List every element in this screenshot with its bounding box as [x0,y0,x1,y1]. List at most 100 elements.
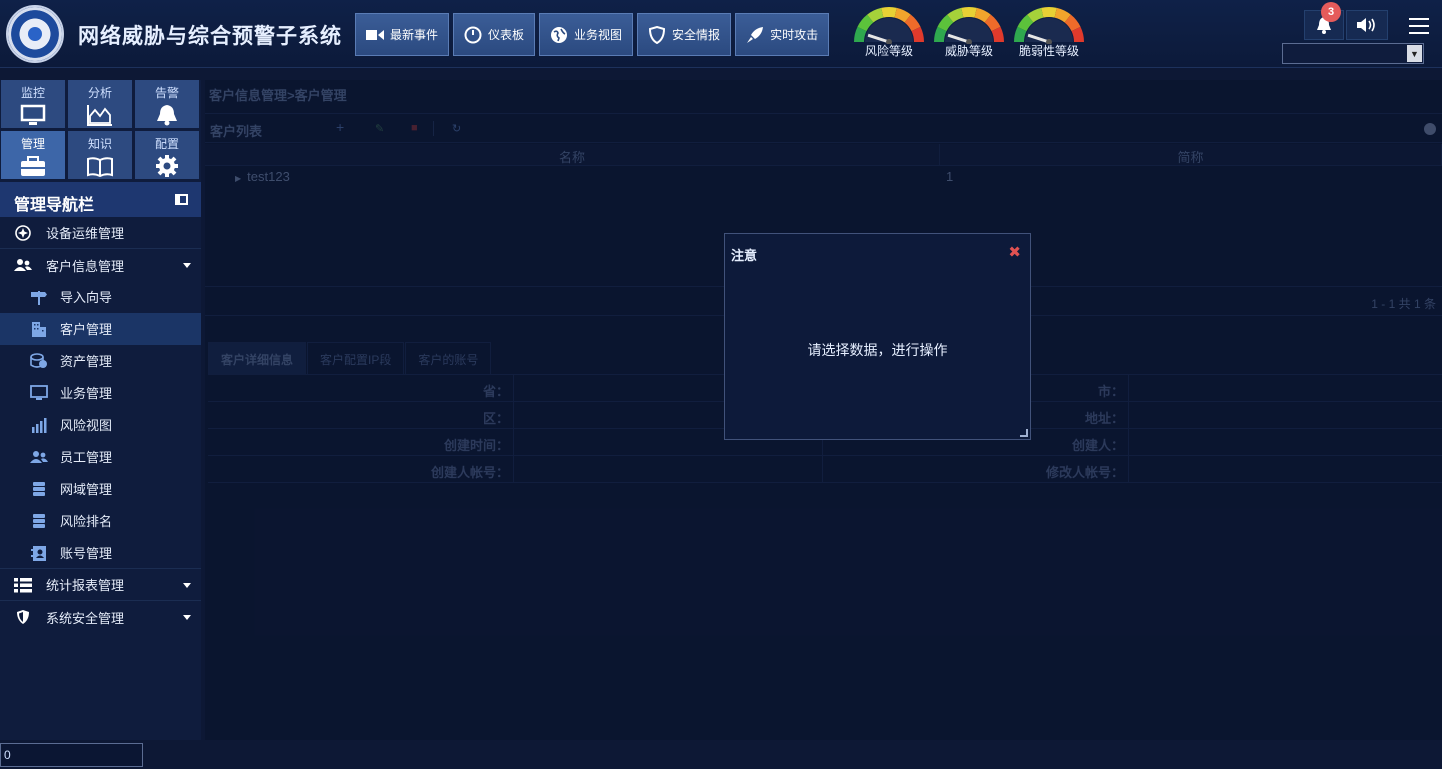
sidebar-item-customer-management[interactable]: 客户管理 [0,313,201,345]
sidebar-header-title: 管理导航栏 [14,197,95,214]
nav-button-label: 最新事件 [390,28,439,42]
sidebar-item-staff-management[interactable]: 员工管理 [0,441,201,473]
briefcase-icon [21,156,45,176]
module-label: 告警 [154,86,179,100]
top-nav: 最新事件 仪表板 业务视图 安全情报 实时攻击 [355,13,830,56]
sidebar-item-business-management[interactable]: 业务管理 [0,377,201,409]
notification-badge: 3 [1321,2,1341,22]
signpost-icon [30,288,48,306]
gauge-vulnerability[interactable]: 脆弱性等级 [1012,6,1086,59]
sidebar-group-report-management[interactable]: 统计报表管理 [0,569,201,601]
sidebar-item-label: 业务管理 [60,386,113,401]
sidebar-item-domain-management[interactable]: 网域管理 [0,473,201,505]
close-icon[interactable]: ✖ [1008,243,1021,261]
resize-handle-icon[interactable] [1020,429,1028,437]
speaker-icon [1357,18,1375,32]
gauge-label: 风险等级 [864,44,913,58]
sidebar-item-asset-management[interactable]: 资产管理 [0,345,201,377]
globe-icon [550,26,568,44]
sidebar-item-label: 网域管理 [60,482,113,497]
compass-icon [14,224,32,242]
shield-icon [14,608,32,626]
sidebar-item-label: 风险排名 [60,514,113,529]
module-alarm[interactable]: 告警 [135,80,199,128]
area-chart-icon [87,105,112,126]
desktop-icon [30,384,48,402]
building-icon [30,320,48,338]
logo-icon [6,5,64,63]
book-icon [87,157,113,177]
bottom-status-input[interactable] [0,743,143,767]
nav-button-label: 安全情报 [672,28,721,42]
gauge-risk[interactable]: 风险等级 [852,6,926,59]
monitor-icon [20,104,46,125]
module-analysis[interactable]: 分析 [68,80,132,128]
dialog-header[interactable]: 注意 ✖ [725,234,1030,270]
sidebar-item-label: 资产管理 [60,354,113,369]
nav-button-label: 仪表板 [488,28,525,42]
gauge-dial-icon [934,7,1004,44]
video-camera-icon [366,26,384,44]
rocket-icon [746,26,764,44]
nav-button-realtime-attack[interactable]: 实时攻击 [735,13,830,56]
sidebar-item-label: 导入向导 [60,290,113,305]
caret-down-icon [183,583,191,588]
sidebar-group-label: 设备运维管理 [46,226,125,241]
module-management[interactable]: 管理 [1,131,65,179]
gauge-dial-icon [854,7,924,44]
nav-button-dashboard[interactable]: 仪表板 [453,13,536,56]
users-icon [14,256,32,274]
sidebar-item-import-wizard[interactable]: 导入向导 [0,281,201,313]
dialog-message: 请选择数据，进行操作 [807,342,948,358]
nav-button-latest-events[interactable]: 最新事件 [355,13,450,56]
sidebar-item-risk-view[interactable]: 风险视图 [0,409,201,441]
sidebar-header: 管理导航栏 [0,182,201,217]
module-knowledge[interactable]: 知识 [68,131,132,179]
top-bar: 网络威胁与综合预警子系统 最新事件 仪表板 业务视图 安全情报 实时攻击 风险等… [0,0,1442,68]
dashboard-icon [464,26,482,44]
module-monitor[interactable]: 监控 [1,80,65,128]
caret-down-icon [183,615,191,620]
gauge-dial-icon [1014,7,1084,44]
list-icon [14,576,32,594]
nav-button-business-view[interactable]: 业务视图 [539,13,634,56]
nav-button-security-intel[interactable]: 安全情报 [637,13,732,56]
sidebar-toggle-icon[interactable] [175,194,188,205]
shield-icon [648,25,666,44]
sidebar-group-system-security[interactable]: 系统安全管理 [0,601,201,633]
sidebar-group-label: 客户信息管理 [46,258,125,274]
sidebar-item-risk-ranking[interactable]: 风险排名 [0,505,201,537]
module-grid: 监控 分析 告警 管理 知识 配置 [0,80,201,179]
users-icon [30,448,48,466]
address-book-icon [30,544,48,562]
sidebar-group-label: 统计报表管理 [46,578,125,593]
top-select[interactable]: ▼ [1282,43,1424,64]
gear-icon [156,155,178,177]
caret-down-icon [183,263,191,268]
app-title: 网络威胁与综合预警子系统 [78,25,342,48]
module-config[interactable]: 配置 [135,131,199,179]
gauge-label: 威胁等级 [944,44,993,58]
server-icon [30,480,48,498]
sidebar-group-label: 系统安全管理 [46,610,125,626]
module-label: 管理 [20,137,45,151]
gauge-label: 脆弱性等级 [1018,44,1079,58]
gauge-threat[interactable]: 威胁等级 [932,6,1006,59]
nav-button-label: 业务视图 [574,28,623,42]
coins-icon [30,352,48,370]
sidebar-group-customer-info[interactable]: 客户信息管理 [0,249,201,281]
module-label: 知识 [87,137,112,151]
sidebar-item-account-management[interactable]: 账号管理 [0,537,201,569]
notice-dialog: 注意 ✖ 请选择数据，进行操作 [724,233,1031,440]
bell-icon [157,105,177,126]
sound-button[interactable] [1346,10,1388,40]
chevron-down-icon[interactable]: ▼ [1407,45,1422,62]
gauge-group: 风险等级 威胁等级 脆弱性等级 [852,6,1086,59]
sidebar-item-label: 风险视图 [60,418,113,433]
hamburger-menu-icon[interactable] [1409,18,1429,34]
sidebar-item-label: 客户管理 [60,322,113,337]
sidebar-group-device-ops[interactable]: 设备运维管理 [0,217,201,249]
sidebar-item-label: 员工管理 [60,450,113,465]
sidebar-item-label: 账号管理 [60,546,113,561]
module-label: 分析 [87,86,112,100]
